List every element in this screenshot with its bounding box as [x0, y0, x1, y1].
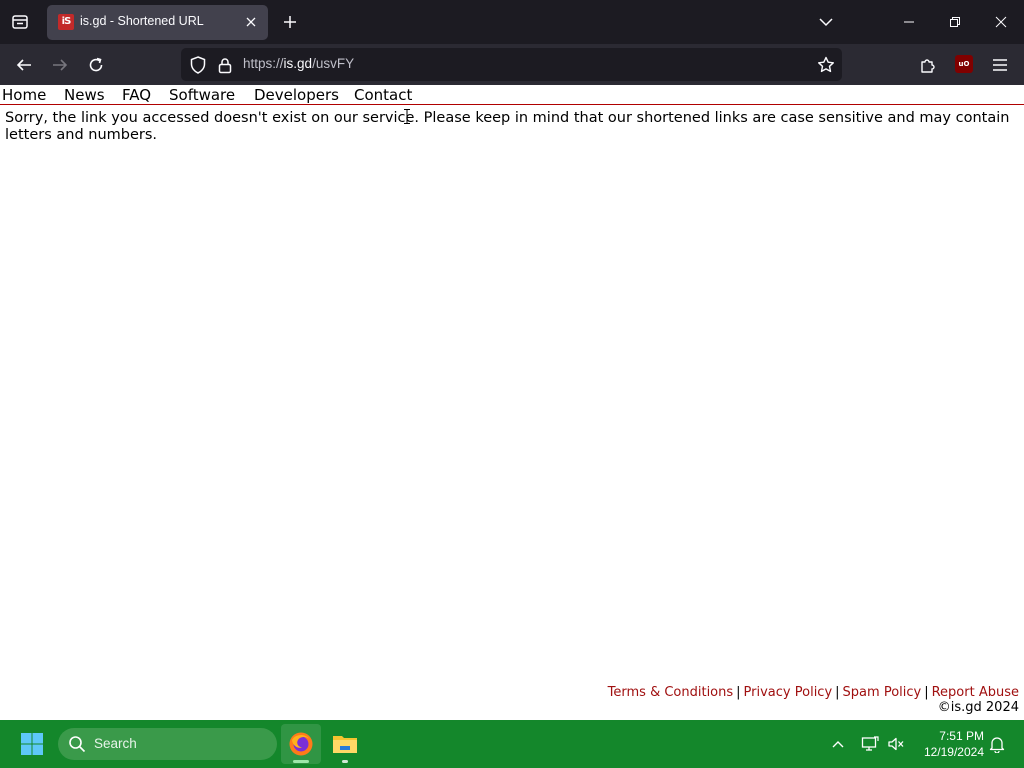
browser-tab-active[interactable]: iS is.gd - Shortened URL: [47, 5, 268, 40]
ublock-origin-icon[interactable]: uO: [955, 55, 973, 73]
extensions-button[interactable]: [913, 50, 943, 80]
network-status-button[interactable]: [858, 732, 882, 756]
reload-button[interactable]: [81, 50, 111, 80]
forward-button[interactable]: [45, 50, 75, 80]
nav-link-news[interactable]: News: [64, 86, 105, 104]
privacy-policy-link[interactable]: Privacy Policy: [744, 685, 833, 700]
footer-separator: |: [736, 685, 741, 700]
list-all-tabs-button[interactable]: [812, 8, 840, 36]
copyright-text: ©is.gd 2024: [937, 700, 1019, 715]
nav-link-contact[interactable]: Contact: [354, 86, 412, 104]
new-tab-button[interactable]: [276, 8, 304, 36]
hamburger-menu-icon: [993, 59, 1007, 71]
text-cursor-icon: [404, 109, 410, 124]
bookmark-star-button[interactable]: [814, 53, 838, 77]
notifications-button[interactable]: [985, 732, 1009, 756]
url-host: is.gd: [283, 56, 313, 71]
taskbar-file-explorer[interactable]: [325, 724, 365, 764]
firefox-icon: [289, 732, 313, 756]
address-bar[interactable]: https://is.gd/usvFY: [181, 48, 842, 81]
star-icon: [818, 56, 834, 73]
lock-icon: [218, 57, 232, 73]
minimize-icon: [904, 21, 914, 23]
tracking-protection-button[interactable]: [187, 54, 209, 76]
show-hidden-icons-button[interactable]: [826, 732, 850, 756]
tab-close-button[interactable]: [242, 13, 260, 31]
site-navigation: Home News FAQ Software Developers Contac…: [0, 85, 1024, 105]
url-scheme: https://: [243, 56, 284, 71]
nav-link-home[interactable]: Home: [2, 86, 46, 104]
firefox-view-icon: [12, 15, 28, 29]
nav-link-software[interactable]: Software: [169, 86, 235, 104]
footer-separator: |: [835, 685, 840, 700]
restore-icon: [950, 17, 960, 27]
close-window-button[interactable]: [987, 8, 1015, 36]
windows-logo-icon: [21, 733, 43, 755]
url-text[interactable]: https://is.gd/usvFY: [243, 56, 354, 71]
clock-time: 7:51 PM: [939, 729, 984, 743]
minimize-window-button[interactable]: [895, 8, 923, 36]
spam-policy-link[interactable]: Spam Policy: [843, 685, 922, 700]
windows-taskbar: Search 7:51 PM 12/19/2024: [0, 720, 1024, 768]
folder-icon: [333, 736, 357, 753]
search-placeholder: Search: [94, 736, 137, 751]
start-button[interactable]: [12, 726, 52, 762]
firefox-view-button[interactable]: [6, 8, 34, 36]
browser-toolbar: https://is.gd/usvFY uO: [0, 44, 1024, 85]
taskbar-search[interactable]: Search: [58, 728, 277, 760]
puzzle-icon: [921, 59, 935, 73]
close-icon: [995, 16, 1007, 28]
error-message: Sorry, the link you accessed doesn't exi…: [5, 110, 1010, 143]
browser-tab-bar: iS is.gd - Shortened URL: [0, 0, 1024, 44]
arrow-left-icon: [16, 59, 31, 71]
speaker-muted-icon: [888, 737, 904, 751]
site-info-button[interactable]: [215, 54, 235, 76]
tab-title: is.gd - Shortened URL: [80, 14, 204, 28]
is-gd-favicon-icon: iS: [58, 14, 74, 30]
chevron-down-icon: [819, 18, 833, 27]
footer-links: Terms & Conditions | Privacy Policy | Spam P…: [608, 685, 1019, 700]
volume-button[interactable]: [884, 732, 908, 756]
search-icon: [69, 736, 86, 753]
bell-icon: [989, 737, 1005, 753]
footer-separator: |: [924, 685, 929, 700]
shield-icon: [190, 56, 206, 74]
close-icon: [246, 17, 256, 27]
reload-icon: [89, 57, 103, 72]
back-button[interactable]: [9, 50, 39, 80]
open-app-indicator: [342, 760, 348, 763]
arrow-right-icon: [53, 59, 68, 71]
report-abuse-link[interactable]: Report Abuse: [932, 685, 1019, 700]
clock-date: 12/19/2024: [923, 745, 984, 759]
active-app-indicator: [293, 760, 309, 763]
taskbar-firefox[interactable]: [281, 724, 321, 764]
terms-link[interactable]: Terms & Conditions: [608, 685, 734, 700]
nav-link-faq[interactable]: FAQ: [122, 86, 151, 104]
taskbar-clock[interactable]: 7:51 PM 12/19/2024: [916, 728, 984, 760]
network-monitor-icon: [861, 736, 879, 751]
restore-window-button[interactable]: [941, 8, 969, 36]
chevron-up-icon: [832, 741, 844, 748]
nav-link-developers[interactable]: Developers: [254, 86, 339, 104]
plus-icon: [284, 16, 296, 28]
app-menu-button[interactable]: [985, 50, 1015, 80]
url-path: /usvFY: [312, 56, 355, 71]
